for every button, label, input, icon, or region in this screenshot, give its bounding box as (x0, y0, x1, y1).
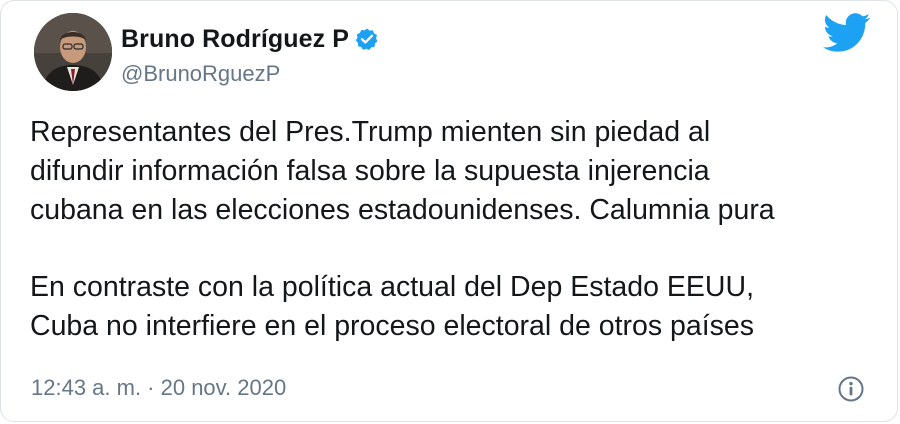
tweet-paragraph: Representantes del Pres.Trump mienten si… (30, 113, 880, 230)
tweet-line: cubana en las elecciones estadounidenses… (30, 194, 775, 226)
tweet-author: Bruno Rodríguez P @BrunoRguezP (121, 23, 379, 87)
tweet-line: En contraste con la política actual del … (30, 271, 754, 303)
tweet-line: Cuba no interfiere en el proceso elector… (30, 310, 755, 342)
tweet-text: Representantes del Pres.Trump mienten si… (30, 113, 880, 346)
verified-badge-icon (355, 27, 379, 51)
avatar-image (34, 13, 112, 91)
tweet-line: Representantes del Pres.Trump mienten si… (30, 116, 711, 148)
tweet-line: difundir información falsa sobre la supu… (30, 155, 710, 187)
tweet-card: Bruno Rodríguez P @BrunoRguezP Represent… (0, 0, 898, 422)
author-name[interactable]: Bruno Rodríguez P (121, 25, 349, 54)
author-handle[interactable]: @BrunoRguezP (121, 61, 379, 87)
twitter-bird-icon[interactable] (823, 13, 871, 53)
author-name-row: Bruno Rodríguez P (121, 23, 379, 55)
avatar[interactable] (34, 13, 112, 91)
info-icon[interactable] (837, 375, 865, 403)
tweet-paragraph: En contraste con la política actual del … (30, 268, 880, 346)
tweet-timestamp[interactable]: 12:43 a. m. · 20 nov. 2020 (31, 375, 286, 401)
